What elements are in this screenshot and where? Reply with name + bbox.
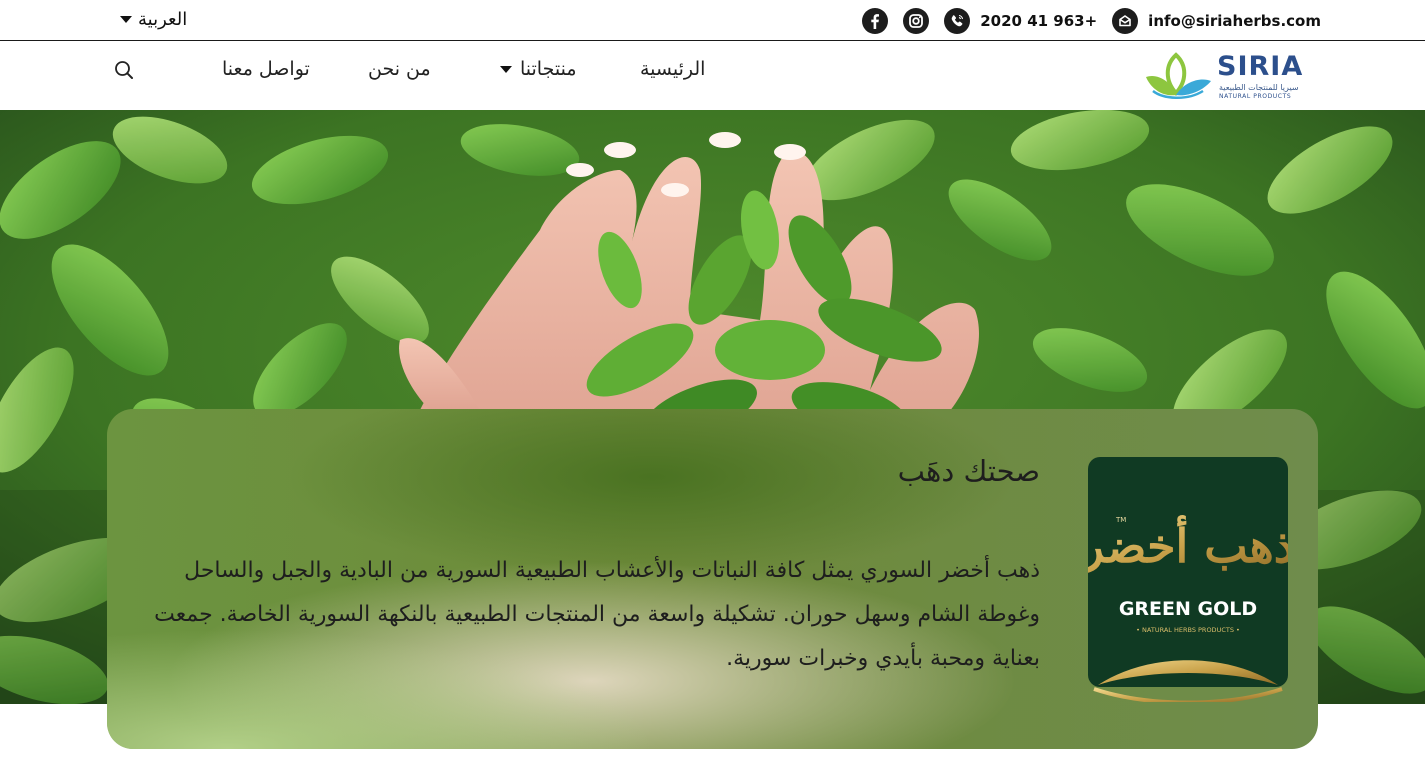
nav-home[interactable]: الرئيسية (640, 58, 705, 80)
main-navigation: الرئيسية منتجاتنا من نحن تواصل معنا SIRI… (0, 41, 1425, 110)
badge-brand-name: GREEN GOLD (1119, 598, 1257, 620)
language-label: العربية (138, 9, 188, 30)
green-gold-brand-badge: ذهب أخضر TM GREEN GOLD • NATURAL HERBS P… (1088, 457, 1288, 702)
email-link[interactable]: info@siriaherbs.com (1148, 12, 1321, 30)
nav-about[interactable]: من نحن (368, 58, 431, 80)
mail-icon[interactable] (1112, 8, 1139, 34)
logo-tagline: NATURAL PRODUCTS (1219, 93, 1292, 100)
logo-wordmark: SIRIA (1217, 51, 1304, 82)
leaf-logo-icon (1146, 52, 1211, 99)
phone-number-link[interactable]: 2020 41 963+ (980, 12, 1097, 30)
badge-tagline: • NATURAL HERBS PRODUCTS • (1136, 626, 1240, 634)
chevron-down-icon (500, 65, 512, 73)
trademark-mark: TM (1115, 516, 1126, 524)
intro-card: صحتك دهَب ذهب أخضر السوري يمثل كافة النب… (107, 409, 1318, 749)
phone-icon[interactable] (944, 8, 971, 34)
site-logo[interactable]: SIRIA سيريا للمنتجات الطبيعية NATURAL PR… (1143, 51, 1318, 103)
contact-bar: 2020 41 963+ info@siriaherbs.com (862, 8, 1321, 34)
top-bar: العربية 2020 41 963+ info@siriaherbs.com (0, 0, 1425, 41)
logo-arabic-name: سيريا للمنتجات الطبيعية (1219, 83, 1299, 92)
hero-title: صحتك دهَب (897, 454, 1040, 488)
nav-products-label: منتجاتنا (520, 58, 577, 80)
hero-description: ذهب أخضر السوري يمثل كافة النباتات والأع… (154, 558, 1040, 671)
language-selector[interactable]: العربية (120, 9, 187, 30)
search-icon[interactable] (113, 59, 135, 81)
nav-contact[interactable]: تواصل معنا (222, 58, 310, 80)
chevron-down-icon (120, 16, 132, 23)
instagram-icon[interactable] (903, 8, 930, 34)
facebook-icon[interactable] (862, 8, 889, 34)
nav-products[interactable]: منتجاتنا (500, 58, 577, 80)
